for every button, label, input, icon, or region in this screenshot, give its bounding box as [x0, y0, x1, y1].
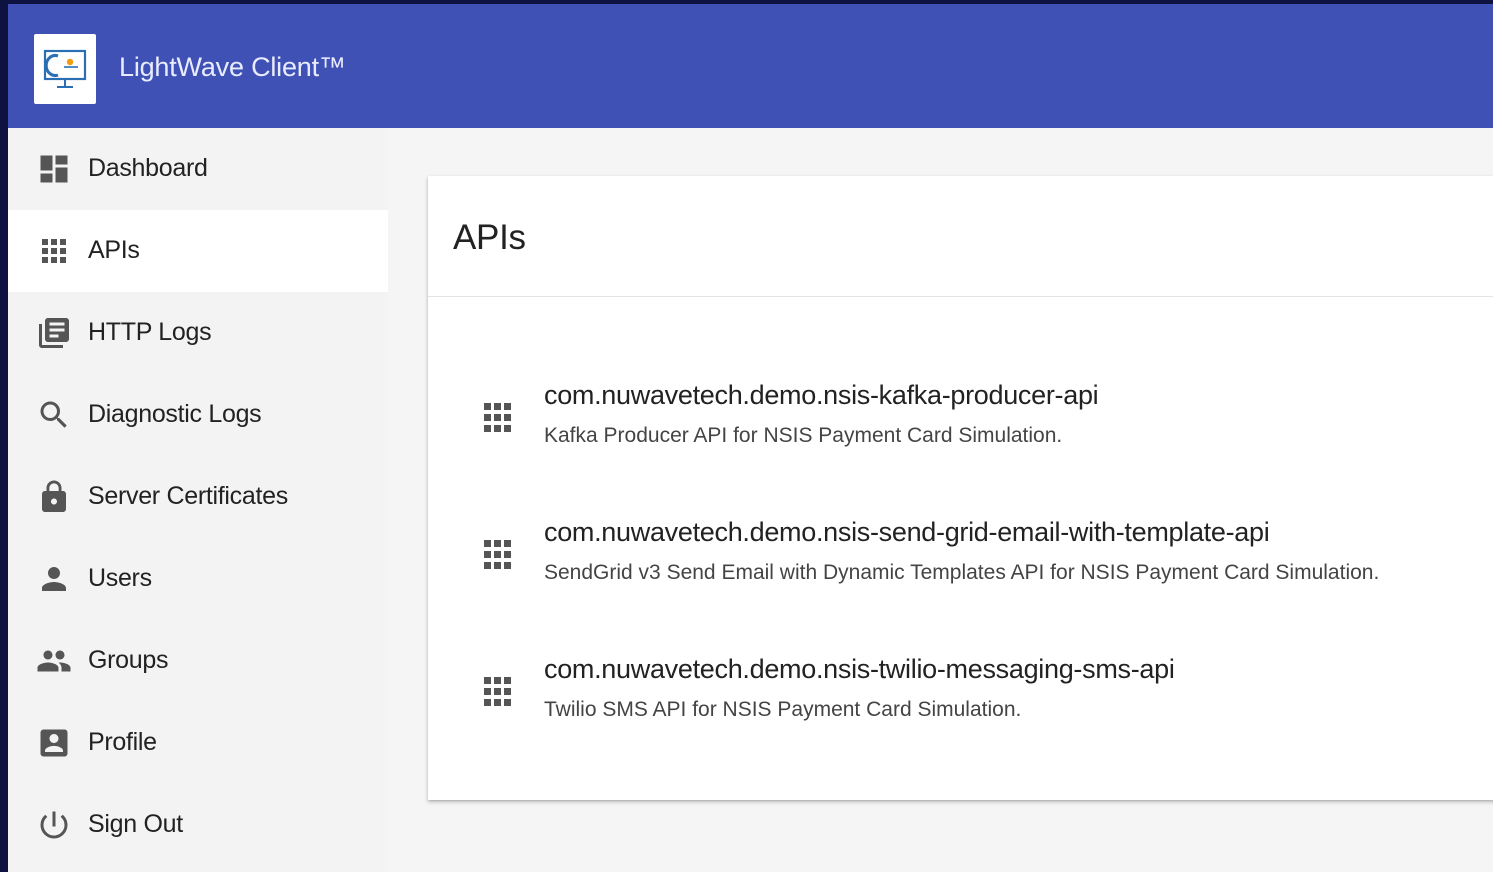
sidebar-item-users[interactable]: Users	[8, 538, 388, 620]
sidebar-item-dashboard[interactable]: Dashboard	[8, 128, 388, 210]
api-name: com.nuwavetech.demo.nsis-send-grid-email…	[544, 517, 1270, 547]
api-list-item[interactable]: com.nuwavetech.demo.nsis-twilio-messagin…	[428, 644, 1493, 744]
sidebar-item-label: Diagnostic Logs	[88, 400, 262, 428]
app-window: LightWave Client™ Dashboard APIs HTTP Lo…	[8, 4, 1493, 872]
api-name: com.nuwavetech.demo.nsis-twilio-messagin…	[544, 654, 1175, 684]
api-name: com.nuwavetech.demo.nsis-kafka-producer-…	[544, 380, 1099, 410]
sidebar-item-server-certificates[interactable]: Server Certificates	[8, 456, 388, 538]
sidebar-item-http-logs[interactable]: HTTP Logs	[8, 292, 388, 374]
page-title: APIs	[453, 218, 526, 257]
person-icon	[36, 561, 72, 597]
sidebar-item-sign-out[interactable]: Sign Out	[8, 784, 388, 866]
apps-grid-icon	[484, 677, 512, 707]
app-title: LightWave Client™	[119, 52, 346, 82]
sidebar-item-label: HTTP Logs	[88, 318, 212, 346]
dashboard-icon	[36, 151, 72, 187]
sidebar-item-label: Profile	[88, 728, 157, 756]
api-description: Kafka Producer API for NSIS Payment Card…	[544, 424, 1063, 447]
power-icon	[36, 807, 72, 843]
monitor-logo-icon[interactable]	[34, 34, 96, 104]
sidebar-item-diagnostic-logs[interactable]: Diagnostic Logs	[8, 374, 388, 456]
sidebar-item-apis[interactable]: APIs	[8, 210, 388, 292]
card-header: APIs	[428, 176, 1493, 297]
apps-grid-icon	[36, 233, 72, 269]
sidebar-item-label: Sign Out	[88, 810, 183, 838]
api-description: Twilio SMS API for NSIS Payment Card Sim…	[544, 698, 1022, 721]
app-header: LightWave Client™	[8, 4, 1493, 128]
sidebar-nav: Dashboard APIs HTTP Logs Diagnostic Logs	[8, 128, 388, 872]
sidebar-item-label: Server Certificates	[88, 482, 288, 510]
apps-grid-icon	[484, 540, 512, 570]
search-icon	[36, 397, 72, 433]
people-icon	[36, 643, 72, 679]
main-content: APIs com.nuwavetech.demo.nsis-kafka-prod…	[388, 128, 1493, 872]
sidebar-item-groups[interactable]: Groups	[8, 620, 388, 702]
api-list-item[interactable]: com.nuwavetech.demo.nsis-send-grid-email…	[428, 507, 1493, 607]
sidebar-item-label: Users	[88, 564, 152, 592]
account-box-icon	[36, 725, 72, 761]
library-books-icon	[36, 315, 72, 351]
apis-card: APIs com.nuwavetech.demo.nsis-kafka-prod…	[428, 176, 1493, 800]
sidebar-item-label: APIs	[88, 236, 140, 264]
api-description: SendGrid v3 Send Email with Dynamic Temp…	[544, 561, 1380, 584]
apps-grid-icon	[484, 403, 512, 433]
sidebar-item-label: Groups	[88, 646, 169, 674]
sidebar-item-label: Dashboard	[88, 154, 208, 182]
sidebar-item-profile[interactable]: Profile	[8, 702, 388, 784]
lock-icon	[36, 479, 72, 515]
api-list-item[interactable]: com.nuwavetech.demo.nsis-kafka-producer-…	[428, 370, 1493, 470]
